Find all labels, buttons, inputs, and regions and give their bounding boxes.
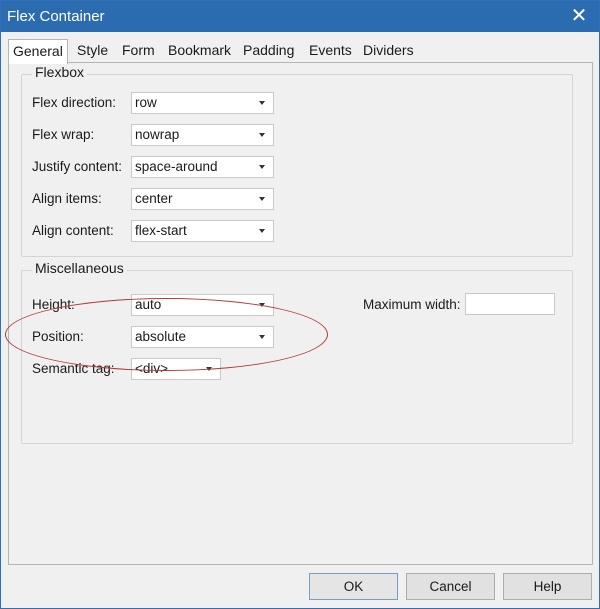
- flex-container-dialog: Flex Container ✕ General Style Form Book…: [0, 0, 600, 609]
- chevron-down-icon: [259, 165, 265, 169]
- flex-direction-label: Flex direction:: [32, 95, 117, 110]
- justify-content-label: Justify content:: [32, 159, 123, 174]
- chevron-down-icon: [259, 133, 265, 137]
- justify-content-value: space-around: [135, 159, 218, 174]
- align-items-label: Align items:: [32, 191, 102, 206]
- height-value: auto: [135, 297, 162, 312]
- tab-dividers[interactable]: Dividers: [359, 39, 418, 63]
- maximum-width-label: Maximum width:: [363, 297, 461, 312]
- miscellaneous-group: Miscellaneous Height: auto Maximum width…: [21, 260, 573, 444]
- close-icon[interactable]: ✕: [565, 4, 593, 28]
- semantic-tag-label: Semantic tag:: [32, 361, 115, 376]
- chevron-down-icon: [259, 197, 265, 201]
- tab-events[interactable]: Events: [305, 39, 356, 63]
- chevron-down-icon: [259, 101, 265, 105]
- tab-style[interactable]: Style: [73, 39, 112, 63]
- title-bar: Flex Container ✕: [1, 1, 599, 32]
- chevron-down-icon: [259, 229, 265, 233]
- flex-wrap-select[interactable]: nowrap: [131, 124, 274, 146]
- align-content-value: flex-start: [135, 223, 187, 238]
- tab-general[interactable]: General: [8, 39, 68, 64]
- position-value: absolute: [135, 329, 187, 344]
- flex-direction-select[interactable]: row: [131, 92, 274, 114]
- help-button[interactable]: Help: [503, 573, 592, 600]
- miscellaneous-group-title: Miscellaneous: [32, 260, 127, 276]
- height-select[interactable]: auto: [131, 294, 274, 316]
- align-items-value: center: [135, 191, 173, 206]
- general-tab-panel: Flexbox Flex direction: row Flex wrap: n…: [8, 62, 593, 565]
- ok-button[interactable]: OK: [309, 573, 398, 600]
- semantic-tag-value: <div>: [135, 361, 169, 376]
- dialog-title: Flex Container: [7, 8, 105, 25]
- chevron-down-icon: [259, 335, 265, 339]
- maximum-width-input[interactable]: [465, 293, 555, 315]
- align-content-label: Align content:: [32, 223, 114, 238]
- align-content-select[interactable]: flex-start: [131, 220, 274, 242]
- flex-wrap-label: Flex wrap:: [32, 127, 95, 142]
- tab-padding[interactable]: Padding: [239, 39, 298, 63]
- tab-form[interactable]: Form: [118, 39, 159, 63]
- flex-wrap-value: nowrap: [135, 127, 180, 142]
- flexbox-group: Flexbox Flex direction: row Flex wrap: n…: [21, 64, 573, 257]
- flex-direction-value: row: [135, 95, 157, 110]
- height-label: Height:: [32, 297, 75, 312]
- align-items-select[interactable]: center: [131, 188, 274, 210]
- semantic-tag-select[interactable]: <div>: [131, 358, 221, 380]
- position-select[interactable]: absolute: [131, 326, 274, 348]
- justify-content-select[interactable]: space-around: [131, 156, 274, 178]
- tab-strip: General Style Form Bookmark Padding Even…: [8, 39, 594, 64]
- tab-bookmark[interactable]: Bookmark: [164, 39, 235, 63]
- chevron-down-icon: [206, 367, 212, 371]
- chevron-down-icon: [259, 303, 265, 307]
- flexbox-group-title: Flexbox: [32, 64, 88, 80]
- position-label: Position:: [32, 329, 84, 344]
- cancel-button[interactable]: Cancel: [406, 573, 495, 600]
